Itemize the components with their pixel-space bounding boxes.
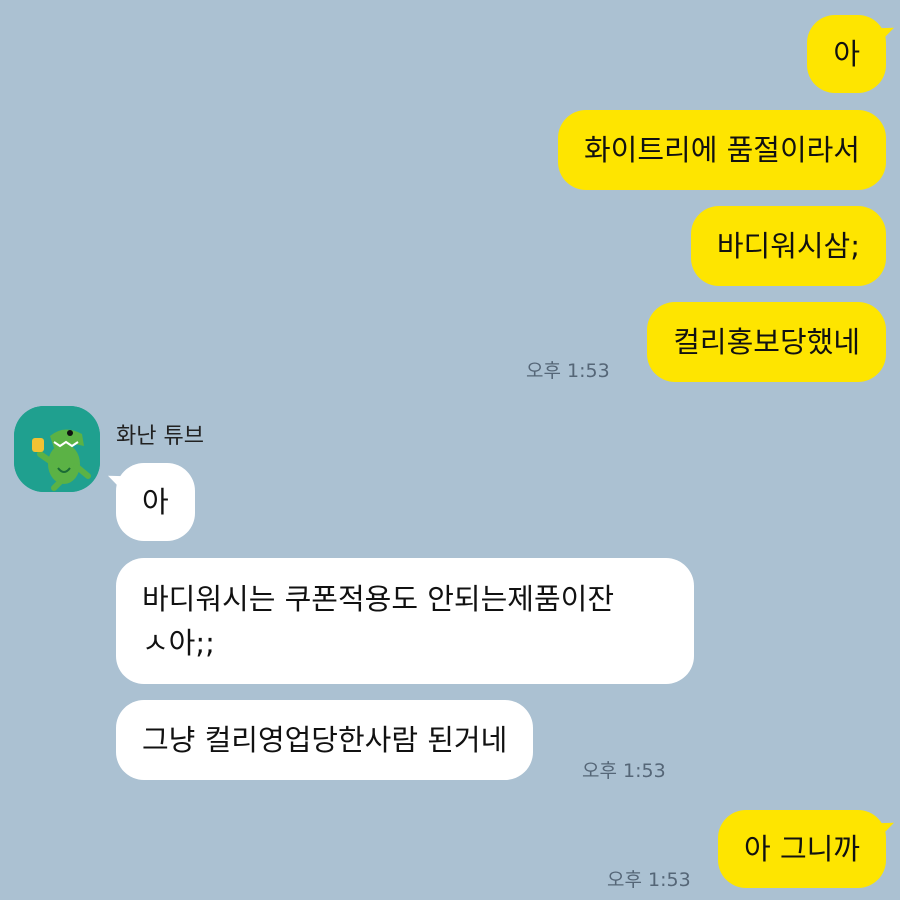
- message-text: 컬리홍보당했네: [673, 325, 860, 359]
- message-text: 아 그니까: [744, 832, 860, 866]
- sent-message-bubble[interactable]: 아: [807, 15, 886, 93]
- message-text: 아: [833, 37, 860, 71]
- received-message-bubble[interactable]: 바디워시는 쿠폰적용도 안되는제품이잔 ㅅ아;;: [116, 558, 694, 684]
- received-message-bubble[interactable]: 아: [116, 463, 195, 541]
- message-text-line: ㅅ아;;: [142, 626, 215, 660]
- sent-message-bubble[interactable]: 바디워시삼;: [690, 206, 886, 286]
- message-timestamp: 오후 1:53: [582, 760, 666, 782]
- message-text-line: 바디워시는 쿠폰적용도 안되는제품이잔: [142, 582, 614, 616]
- sent-message-bubble[interactable]: 화이트리에 품절이라서: [557, 110, 886, 190]
- message-timestamp: 오후 1:53: [607, 869, 691, 891]
- message-text: 그냥 컬리영업당한사람 된거네: [142, 723, 508, 757]
- sent-message-bubble[interactable]: 컬리홍보당했네: [647, 302, 886, 382]
- received-message-bubble[interactable]: 그냥 컬리영업당한사람 된거네: [116, 700, 534, 780]
- message-text: 화이트리에 품절이라서: [583, 133, 860, 167]
- friend-avatar[interactable]: [14, 406, 100, 492]
- sent-message-bubble[interactable]: 아 그니까: [718, 810, 886, 888]
- crocodile-character-icon: [14, 406, 100, 492]
- message-timestamp: 오후 1:53: [526, 360, 610, 382]
- sender-name: 화난 튜브: [116, 424, 204, 449]
- message-text: 아: [142, 485, 169, 519]
- message-text: 바디워시삼;: [716, 229, 860, 263]
